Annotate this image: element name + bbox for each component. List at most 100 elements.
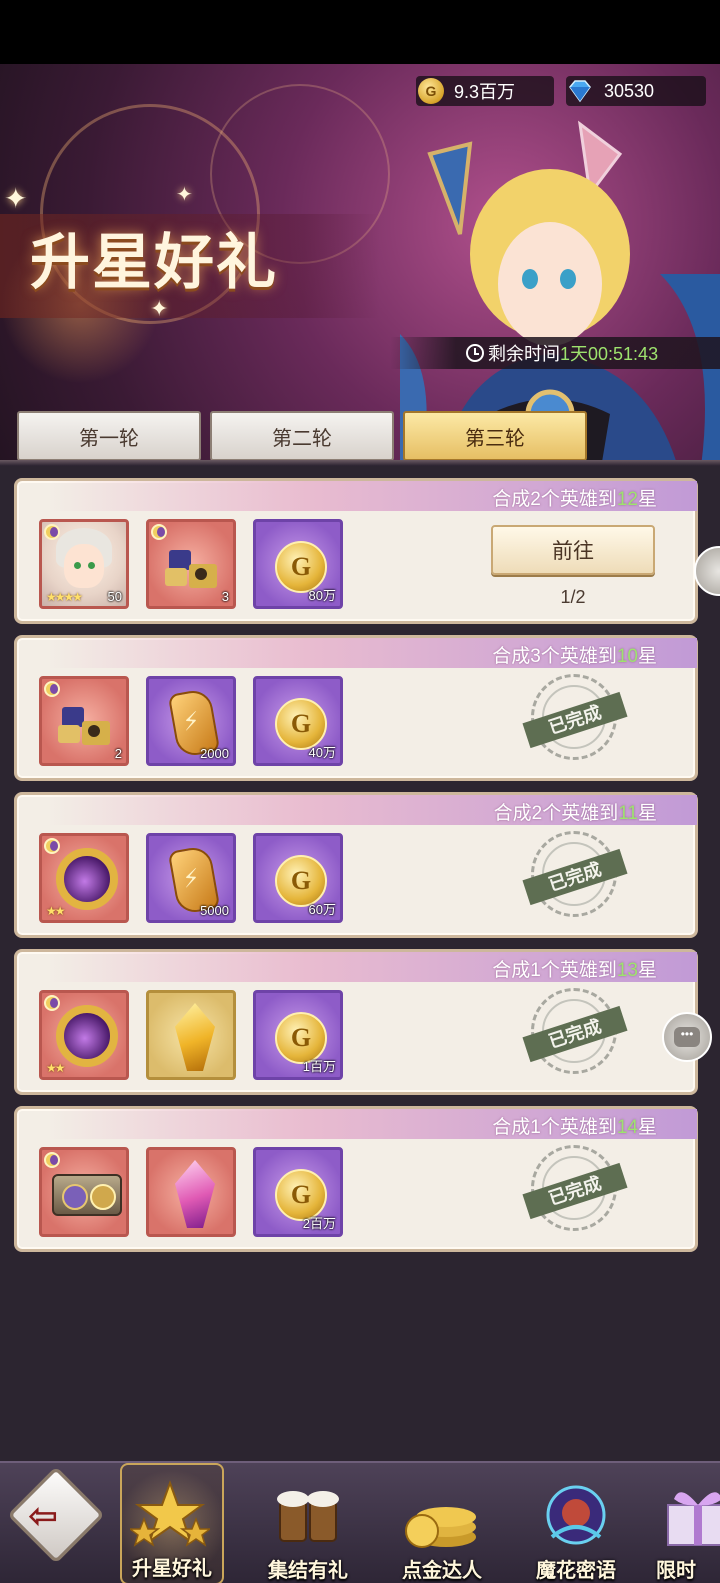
tab-round-1[interactable]: 第一轮 bbox=[17, 411, 201, 461]
task-goal: 10 bbox=[616, 646, 638, 667]
stars-icon bbox=[130, 1480, 210, 1547]
task-card: 合成1个英雄到13星 ★★ G 1百万 已完成 bbox=[14, 949, 698, 1095]
gold-coin-icon: G bbox=[418, 78, 444, 104]
nav-label: 集结有礼 bbox=[268, 1560, 348, 1582]
reward-quantity: 3 bbox=[221, 589, 229, 604]
completed-stamp: 已完成 bbox=[522, 988, 628, 1074]
completed-stamp: 已完成 bbox=[522, 1145, 628, 1231]
reward-item[interactable]: G 60万 bbox=[253, 833, 343, 923]
timer-value: 1天00:51:43 bbox=[560, 344, 659, 364]
nav-label: 魔花密语 bbox=[536, 1560, 616, 1582]
reward-item[interactable]: 2000 bbox=[146, 676, 236, 766]
task-progress: 1/2 bbox=[560, 587, 586, 607]
reward-quantity: 50 bbox=[107, 589, 122, 604]
reward-item[interactable]: 3 bbox=[146, 519, 236, 609]
task-desc-suffix: 星 bbox=[637, 1117, 657, 1138]
nav-label: 限时 bbox=[656, 1560, 696, 1582]
task-desc-suffix: 星 bbox=[637, 803, 657, 824]
reward-item[interactable]: 5000 bbox=[146, 833, 236, 923]
treasure-box-icon bbox=[52, 1174, 122, 1216]
reward-item[interactable]: G 1百万 bbox=[253, 990, 343, 1080]
sparkle-icon: ✦ bbox=[176, 184, 193, 206]
pink-crystal-icon bbox=[175, 1160, 215, 1228]
status-bar bbox=[0, 0, 720, 64]
countdown-timer: 剩余时间 1天00:51:43 bbox=[390, 337, 720, 369]
reward-quantity: 2000 bbox=[200, 746, 229, 761]
round-tabs: 第一轮 第二轮 第三轮 bbox=[0, 410, 720, 466]
coin-balance[interactable]: G 9.3百万 bbox=[416, 76, 554, 106]
task-desc-suffix: 星 bbox=[637, 960, 657, 981]
task-description: 合成1个英雄到14星 bbox=[492, 1112, 657, 1139]
task-goal: 13 bbox=[616, 960, 638, 981]
nav-item-limited[interactable]: 限时 bbox=[646, 1463, 720, 1583]
back-button[interactable]: ⇦ bbox=[0, 1463, 110, 1583]
back-arrow-icon: ⇦ bbox=[28, 1495, 59, 1536]
reward-item[interactable] bbox=[146, 1147, 236, 1237]
task-goal: 12 bbox=[616, 489, 638, 510]
reward-item[interactable] bbox=[39, 1147, 129, 1237]
task-card: 合成2个英雄到11星 ★★ 5000 G 60万 已完成 bbox=[14, 792, 698, 938]
task-desc-suffix: 星 bbox=[637, 646, 657, 667]
star-rating: ★★ bbox=[46, 904, 65, 918]
task-header: 合成1个英雄到13星 bbox=[47, 952, 697, 982]
event-title: 升星好礼 bbox=[30, 228, 278, 298]
event-banner: G 9.3百万 30530 升星好礼 ✦ ✦ ✦ 剩余时间 1天00:51:43 bbox=[0, 64, 720, 464]
bottom-nav: ⇦ 升星好礼 集结有礼 点金达人 魔花密语 限时 bbox=[0, 1461, 720, 1583]
chat-bubble-icon: ••• bbox=[674, 1027, 700, 1047]
tab-round-3[interactable]: 第三轮 bbox=[403, 411, 587, 461]
nav-label: 升星好礼 bbox=[132, 1558, 212, 1580]
coin-amount: 9.3百万 bbox=[454, 82, 516, 102]
rarity-badge-icon bbox=[44, 524, 60, 540]
rarity-badge-icon bbox=[44, 681, 60, 697]
task-list[interactable]: 合成2个英雄到12星 ★★★★ 50 3 G 80万 前往 1/2 合成3个英雄… bbox=[0, 466, 720, 1461]
task-header: 合成1个英雄到14星 bbox=[47, 1109, 697, 1139]
diamond-icon bbox=[569, 80, 591, 103]
completed-stamp: 已完成 bbox=[522, 674, 628, 760]
task-goal: 11 bbox=[618, 803, 638, 824]
nav-item-rally-gift[interactable]: 集结有礼 bbox=[244, 1463, 372, 1583]
task-desc-text: 合成1个英雄到 bbox=[492, 1117, 617, 1138]
task-desc-text: 合成1个英雄到 bbox=[492, 960, 617, 981]
task-desc-suffix: 星 bbox=[637, 489, 657, 510]
nav-item-gold-master[interactable]: 点金达人 bbox=[378, 1463, 506, 1583]
puzzle-fragment-icon bbox=[58, 707, 110, 745]
completed-stamp: 已完成 bbox=[522, 831, 628, 917]
reward-item[interactable]: ★★ bbox=[39, 833, 129, 923]
reward-item[interactable]: ★★ bbox=[39, 990, 129, 1080]
task-description: 合成3个英雄到10星 bbox=[492, 641, 657, 668]
reward-item[interactable]: G 80万 bbox=[253, 519, 343, 609]
task-header: 合成2个英雄到11星 bbox=[47, 795, 697, 825]
task-desc-text: 合成2个英雄到 bbox=[492, 489, 617, 510]
task-desc-text: 合成3个英雄到 bbox=[492, 646, 617, 667]
reward-item[interactable]: G 40万 bbox=[253, 676, 343, 766]
star-rating: ★★★★ bbox=[46, 590, 83, 604]
sparkle-icon: ✦ bbox=[4, 183, 28, 214]
gem-balance[interactable]: 30530 bbox=[566, 76, 706, 106]
reward-quantity: 40万 bbox=[308, 745, 336, 760]
reward-item[interactable] bbox=[146, 990, 236, 1080]
clock-icon bbox=[466, 344, 484, 362]
gold-ring-icon bbox=[56, 1005, 118, 1067]
rarity-badge-icon bbox=[44, 1152, 60, 1168]
task-description: 合成2个英雄到12星 bbox=[492, 484, 657, 511]
beer-mugs-icon bbox=[277, 1491, 339, 1542]
reward-quantity: 80万 bbox=[308, 588, 336, 603]
task-desc-text: 合成2个英雄到 bbox=[493, 803, 619, 824]
task-goal: 14 bbox=[616, 1117, 638, 1138]
nav-item-magic-flower[interactable]: 魔花密语 bbox=[512, 1463, 640, 1583]
gold-coins-stack-icon bbox=[405, 1507, 476, 1548]
task-description: 合成1个英雄到13星 bbox=[492, 955, 657, 982]
task-card: 合成3个英雄到10星 2 2000 G 40万 已完成 bbox=[14, 635, 698, 781]
nav-item-star-gift[interactable]: 升星好礼 bbox=[120, 1463, 224, 1583]
gift-icon bbox=[667, 1492, 720, 1546]
rarity-badge-icon bbox=[44, 995, 60, 1011]
reward-item[interactable]: 2 bbox=[39, 676, 129, 766]
go-button[interactable]: 前往 bbox=[491, 525, 655, 575]
tab-round-2[interactable]: 第二轮 bbox=[210, 411, 394, 461]
chat-button[interactable]: ••• bbox=[662, 1012, 712, 1062]
task-header: 合成2个英雄到12星 bbox=[47, 481, 697, 511]
gold-crystal-icon bbox=[175, 1003, 215, 1071]
reward-item[interactable]: G 2百万 bbox=[253, 1147, 343, 1237]
rarity-badge-icon bbox=[44, 838, 60, 854]
reward-item[interactable]: ★★★★ 50 bbox=[39, 519, 129, 609]
